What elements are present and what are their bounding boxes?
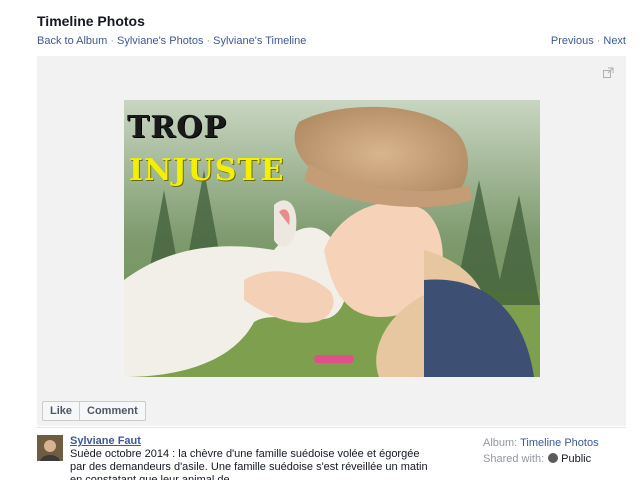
photo-caption-line1: TROP: [127, 110, 227, 145]
photo-stage: TROP INJUSTE: [37, 56, 626, 426]
avatar[interactable]: [37, 435, 63, 461]
expand-icon[interactable]: [603, 67, 614, 78]
page-title: Timeline Photos: [37, 13, 145, 29]
photo-caption-line2: INJUSTE: [129, 153, 285, 188]
breadcrumb-separator: ·: [206, 35, 211, 47]
next-link[interactable]: Next: [603, 35, 626, 47]
back-to-album-link[interactable]: Back to Album: [37, 35, 107, 47]
post-author-link[interactable]: Sylviane Faut: [70, 435, 141, 447]
globe-icon: [548, 453, 559, 463]
breadcrumb: Back to Album · Sylviane's Photos · Sylviane…: [37, 35, 306, 47]
shared-with-label: Shared with:: [483, 453, 545, 465]
album-row: Album: Timeline Photos: [483, 435, 599, 451]
comment-button[interactable]: Comment: [80, 401, 146, 421]
photo-meta: Album: Timeline Photos Shared with: Publi…: [483, 435, 599, 467]
previous-link[interactable]: Previous: [551, 35, 594, 47]
divider: [37, 427, 626, 428]
photo-actions: Like Comment: [42, 401, 146, 421]
photo[interactable]: TROP INJUSTE: [124, 100, 540, 377]
user-photos-link[interactable]: Sylviane's Photos: [117, 35, 203, 47]
shared-with-row: Shared with: Public: [483, 451, 599, 467]
breadcrumb-separator: ·: [110, 35, 114, 47]
post-text: Suède octobre 2014 : la chèvre d'une fam…: [70, 448, 428, 480]
like-button[interactable]: Like: [42, 401, 81, 421]
album-link[interactable]: Timeline Photos: [520, 437, 598, 449]
user-timeline-link[interactable]: Sylviane's Timeline: [213, 35, 306, 47]
privacy-value[interactable]: Public: [561, 453, 591, 465]
photo-pager: Previous · Next: [551, 35, 626, 47]
avatar-image: [37, 435, 63, 461]
pager-separator: ·: [596, 35, 601, 47]
album-label: Album:: [483, 437, 518, 449]
